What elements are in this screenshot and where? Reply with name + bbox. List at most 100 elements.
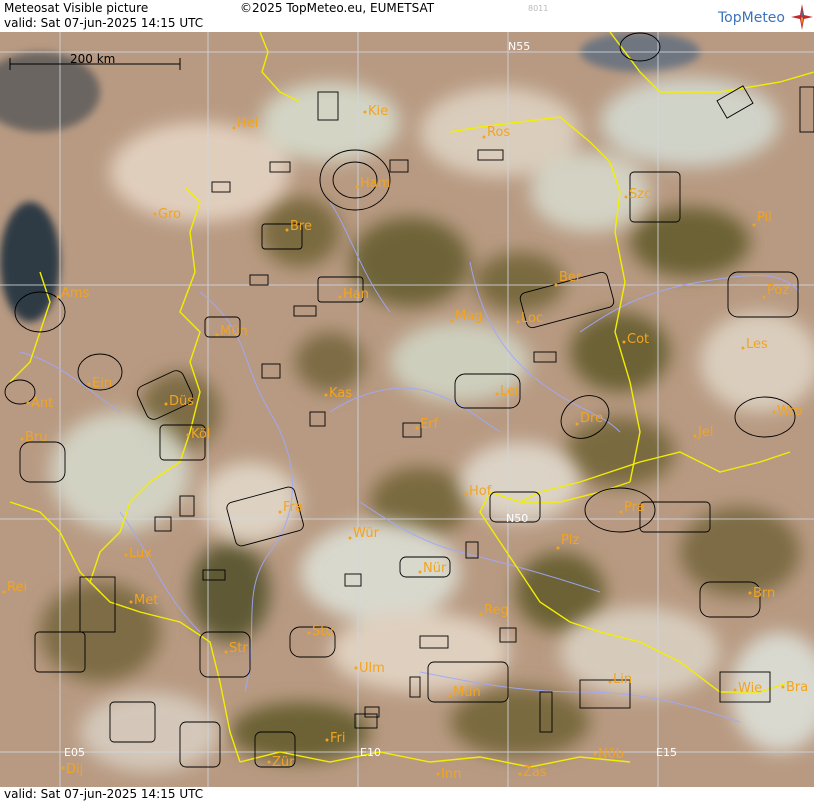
svg-text:Cot: Cot: [627, 332, 649, 347]
scale-label: 200 km: [70, 52, 115, 66]
grid-label-n55: N55: [508, 40, 530, 53]
footer-bar: valid: Sat 07-jun-2025 14:15 UTC: [0, 787, 814, 801]
svg-text:Poz: Poz: [767, 283, 789, 298]
city-han[interactable]: Han: [338, 287, 369, 302]
header-bar: Meteosat Visible picture ©2025 TopMeteo.…: [0, 0, 814, 32]
city-ant[interactable]: Ant: [26, 396, 54, 411]
svg-text:Kie: Kie: [368, 104, 388, 119]
grid-label-e15: E15: [656, 746, 677, 759]
svg-text:Pil: Pil: [757, 210, 772, 225]
svg-text:Hel: Hel: [237, 116, 258, 131]
svg-text:Fra: Fra: [283, 500, 303, 515]
svg-text:Str: Str: [229, 641, 248, 656]
city-inn[interactable]: Inn: [436, 767, 462, 782]
svg-text:Köl: Köl: [191, 427, 210, 442]
city-mag[interactable]: Mag: [450, 309, 483, 324]
city-wie[interactable]: Wie: [733, 681, 763, 696]
svg-text:Wür: Wür: [353, 526, 380, 541]
city-met[interactable]: Met: [129, 593, 159, 608]
city-reg[interactable]: Reg: [479, 603, 509, 618]
city-poz[interactable]: Poz: [762, 283, 790, 299]
valid-time-top: valid: Sat 07-jun-2025 14:15 UTC: [4, 16, 204, 30]
city-ros[interactable]: Ros: [482, 125, 511, 140]
grid-label-e05: E05: [64, 746, 85, 759]
satellite-map[interactable]: 200 km N55 N50 E05 E10 E15 Kie Hel Ros H…: [0, 32, 814, 787]
city-wro[interactable]: Wro: [772, 404, 803, 419]
svg-text:Lux: Lux: [129, 546, 152, 561]
svg-text:Gro: Gro: [158, 207, 181, 222]
city-loc[interactable]: Loc: [516, 311, 544, 326]
svg-text:Plz: Plz: [561, 533, 579, 548]
copyright-text: ©2025 TopMeteo.eu, EUMETSAT: [240, 1, 435, 15]
city-ber[interactable]: Ber: [554, 270, 582, 287]
valid-time-bottom: valid: Sat 07-jun-2025 14:15 UTC: [4, 787, 204, 801]
svg-text:Ber: Ber: [559, 270, 582, 285]
city-mun[interactable]: Mün: [215, 324, 248, 339]
svg-text:Les: Les: [746, 337, 768, 352]
svg-text:Ant: Ant: [31, 396, 53, 411]
svg-text:Ham: Ham: [360, 176, 390, 191]
city-hel[interactable]: Hel: [232, 116, 259, 131]
city-ams[interactable]: Ams: [56, 286, 90, 301]
svg-text:Ulm: Ulm: [359, 661, 385, 676]
svg-text:Bru: Bru: [25, 430, 48, 445]
svg-text:Met: Met: [134, 593, 158, 608]
svg-text:Mag: Mag: [455, 309, 482, 324]
city-cot[interactable]: Cot: [622, 332, 650, 347]
city-ham[interactable]: Ham: [355, 176, 391, 191]
city-zas[interactable]: Zas: [518, 765, 547, 780]
grid-label-e10: E10: [360, 746, 381, 759]
svg-text:Nür: Nür: [423, 561, 447, 576]
city-fra[interactable]: Fra: [278, 500, 303, 515]
svg-text:Ams: Ams: [61, 286, 90, 301]
city-gro[interactable]: Gro: [153, 207, 182, 222]
svg-text:Bra: Bra: [786, 680, 808, 695]
svg-text:Dre: Dre: [580, 411, 603, 426]
product-title: Meteosat Visible picture: [4, 1, 149, 15]
svg-text:Wro: Wro: [777, 404, 802, 419]
city-lin[interactable]: Lin: [608, 672, 633, 687]
grid-label-n50: N50: [506, 512, 528, 525]
city-pra[interactable]: Pra: [619, 500, 645, 515]
city-str[interactable]: Str: [224, 641, 249, 656]
svg-text:Nöb: Nöb: [598, 747, 624, 762]
city-szc[interactable]: Szc: [624, 187, 652, 202]
city-dus[interactable]: Düs: [164, 394, 195, 409]
city-zur[interactable]: Zür: [267, 755, 296, 770]
svg-text:Szc: Szc: [629, 187, 651, 202]
svg-text:Stu: Stu: [312, 624, 334, 639]
svg-text:Pra: Pra: [624, 500, 645, 515]
city-lux[interactable]: Lux: [124, 546, 153, 561]
city-les[interactable]: Les: [741, 337, 769, 352]
city-wur[interactable]: Wür: [348, 526, 380, 541]
city-dre[interactable]: Dre: [575, 411, 604, 426]
city-kas[interactable]: Kas: [324, 386, 353, 401]
svg-text:Zas: Zas: [523, 765, 547, 780]
city-ulm[interactable]: Ulm: [354, 661, 385, 676]
svg-text:Fri: Fri: [330, 731, 346, 746]
svg-text:Inn: Inn: [441, 767, 461, 782]
city-kol[interactable]: Köl: [186, 427, 211, 442]
svg-text:Bre: Bre: [290, 219, 312, 234]
city-mun2[interactable]: Mün: [448, 685, 481, 700]
svg-text:Mün: Mün: [220, 324, 248, 339]
city-stu[interactable]: Stu: [307, 624, 334, 639]
map-canvas: 200 km N55 N50 E05 E10 E15 Kie Hel Ros H…: [0, 32, 814, 787]
svg-text:Ein: Ein: [92, 376, 112, 391]
svg-text:Rei: Rei: [7, 580, 27, 595]
city-rei[interactable]: Rei: [2, 580, 28, 595]
svg-text:Düs: Düs: [169, 394, 194, 409]
city-kie[interactable]: Kie: [363, 104, 389, 119]
city-bru[interactable]: Bru: [20, 430, 48, 445]
city-hof[interactable]: Hof: [464, 484, 492, 499]
city-bra[interactable]: Bra: [781, 680, 809, 695]
city-bre[interactable]: Bre: [285, 219, 312, 234]
city-nur[interactable]: Nür: [418, 561, 447, 576]
svg-text:Han: Han: [343, 287, 369, 302]
city-brn[interactable]: Brn: [748, 586, 776, 601]
city-nob[interactable]: Nöb: [593, 747, 624, 762]
svg-text:Lin: Lin: [613, 672, 632, 687]
svg-text:Mün: Mün: [453, 685, 481, 700]
city-ein[interactable]: Ein: [87, 376, 113, 391]
svg-text:Erf: Erf: [420, 417, 439, 432]
